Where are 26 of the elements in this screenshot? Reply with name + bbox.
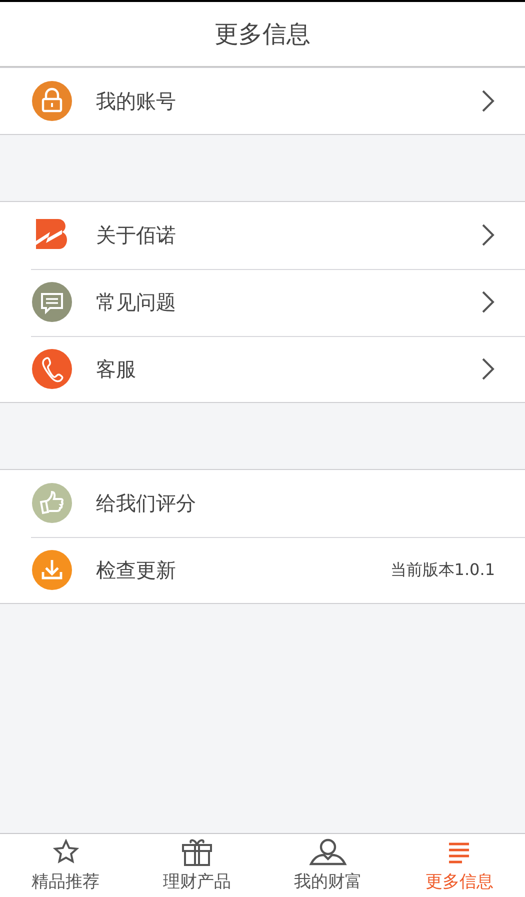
person-icon [309,838,348,866]
gift-icon [180,837,213,867]
menu-label: 给我们评分 [96,490,197,516]
menu-label: 我的账号 [96,88,177,114]
download-icon [32,550,72,590]
lock-icon [32,81,72,121]
menu-item[interactable]: 常见问题 [0,268,525,335]
menu-item[interactable]: 我的账号 [0,68,525,134]
chat-icon [32,282,72,322]
tab[interactable]: 理财产品 [131,834,262,897]
menu-item[interactable]: 给我们评分 [0,470,525,536]
menu-item[interactable]: 关于佰诺 [0,202,525,268]
menu-label: 关于佰诺 [96,222,177,248]
menu-label: 检查更新 [96,556,177,584]
menu-label: 客服 [96,356,137,382]
star-icon [52,839,79,865]
thumbs-up-icon [32,483,72,523]
phone-icon [32,349,72,389]
menu-label: 常见问题 [96,288,177,316]
page-title: 更多信息 [214,19,310,50]
version-text: 当前版本1.0.1 [390,560,495,580]
tab[interactable]: 精品推荐 [0,834,132,897]
tab[interactable]: 我的财富 [262,834,394,897]
menu-item[interactable]: 客服 [0,335,525,402]
menu-item[interactable]: 检查更新 当前版本1.0.1 [0,536,525,603]
menu-icon [447,840,472,864]
